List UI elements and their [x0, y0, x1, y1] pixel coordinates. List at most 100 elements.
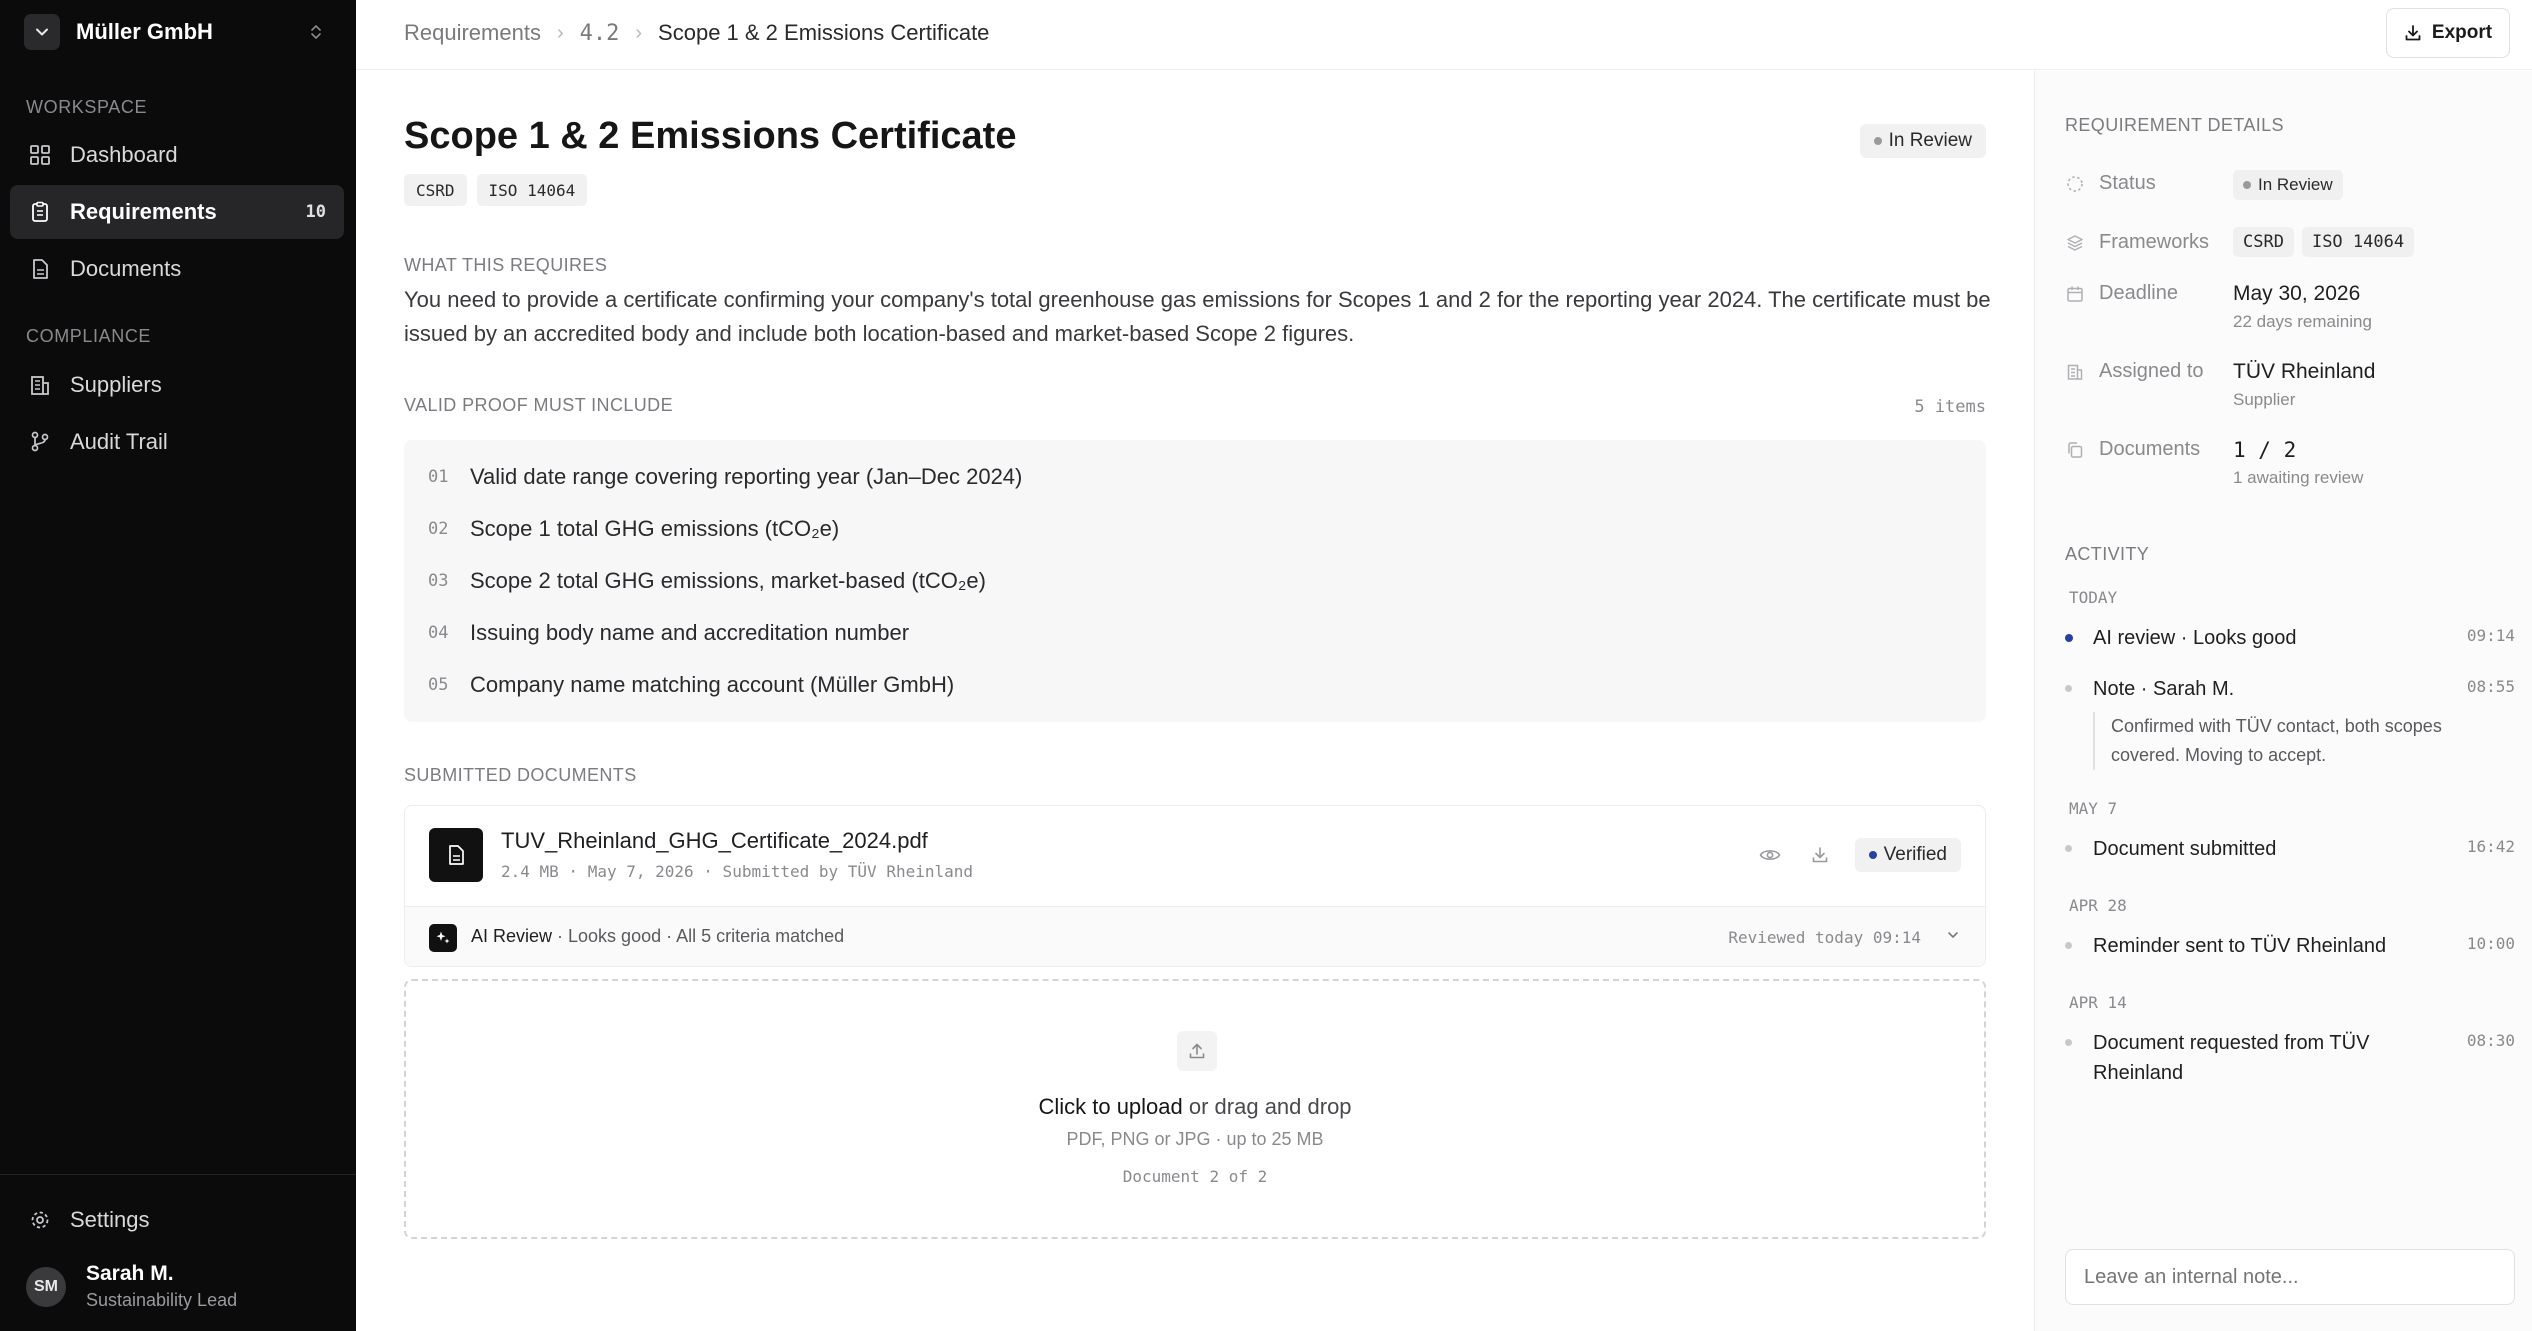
- deadline-remaining: 22 days remaining: [2233, 312, 2372, 331]
- breadcrumb-current: Scope 1 & 2 Emissions Certificate: [658, 20, 990, 45]
- org-switcher[interactable]: Müller GmbH: [24, 14, 340, 50]
- tag-iso-14064: ISO 14064: [2301, 227, 2415, 257]
- building-icon: [28, 373, 52, 397]
- activity-day: MAY 7: [2069, 799, 2118, 818]
- eye-icon[interactable]: [1755, 840, 1785, 870]
- ai-reviewed-time: Reviewed today 09:14: [1728, 928, 1921, 947]
- sidebar-item-label: Documents: [70, 256, 182, 281]
- upload-dropzone[interactable]: Click to upload or drag and drop PDF, PN…: [404, 979, 1986, 1239]
- breadcrumb: Requirements › 4.2 › Scope 1 & 2 Emissio…: [404, 20, 989, 46]
- proof-label: VALID PROOF MUST INCLUDE: [404, 395, 673, 415]
- ai-review-summary: AI Review · Looks good · All 5 criteria …: [471, 926, 845, 946]
- list-item: 05 Company name matching account (Müller…: [428, 672, 955, 697]
- copy-icon: [2065, 440, 2085, 460]
- user-name: Sarah M.: [86, 1262, 174, 1285]
- top-bar: Requirements › 4.2 › Scope 1 & 2 Emissio…: [356, 0, 2532, 70]
- document-name[interactable]: TUV_Rheinland_GHG_Certificate_2024.pdf: [501, 828, 928, 854]
- grid-icon: [28, 143, 52, 167]
- requirement-description: You need to provide a certificate confir…: [404, 287, 1991, 346]
- calendar-icon: [2065, 284, 2085, 304]
- document-meta: 2.4 MB · May 7, 2026 · Submitted by TÜV …: [501, 862, 974, 881]
- document-card: TUV_Rheinland_GHG_Certificate_2024.pdf 2…: [404, 805, 1986, 967]
- deadline-value: May 30, 2026: [2233, 282, 2361, 305]
- details-label: REQUIREMENT DETAILS: [2065, 115, 2284, 135]
- activity-day-today: TODAY: [2069, 588, 2118, 607]
- sidebar-item-label: Audit Trail: [70, 429, 168, 454]
- breadcrumb-requirements[interactable]: Requirements: [404, 20, 541, 46]
- sidebar-item-label: Settings: [70, 1207, 150, 1232]
- activity-dot: [2065, 845, 2072, 852]
- internal-note-input[interactable]: [2065, 1249, 2515, 1305]
- upload-cta: Click to upload or drag and drop: [1038, 1094, 1352, 1119]
- chevrons-up-down-icon: [308, 23, 324, 46]
- download-icon: [2404, 24, 2422, 42]
- activity-day: APR 28: [2069, 896, 2127, 915]
- export-label: Export: [2431, 22, 2493, 43]
- sidebar: Müller GmbH WORKSPACE Dashboard Requirem…: [0, 0, 356, 1331]
- upload-count: Document 2 of 2: [1122, 1167, 1268, 1186]
- tag-csrd: CSRD: [404, 174, 467, 206]
- status-dot: [1873, 137, 1882, 145]
- list-item: 02 Scope 1 total GHG emissions (tCO₂e): [428, 516, 840, 541]
- activity-dot: [2065, 942, 2072, 949]
- status-badge: In Review: [2233, 170, 2343, 200]
- assigned-role: Supplier: [2233, 390, 2296, 409]
- page-title: Scope 1 & 2 Emissions Certificate: [404, 115, 1017, 157]
- details-panel: REQUIREMENT DETAILS Status In Review Fra…: [2034, 71, 2532, 1331]
- framework-tags: CSRD ISO 14064: [404, 174, 597, 206]
- sidebar-divider: [0, 1174, 356, 1175]
- section-label-workspace: WORKSPACE: [26, 97, 148, 117]
- activity-day: APR 14: [2069, 993, 2127, 1012]
- activity-note: Confirmed with TÜV contact, both scopes …: [2093, 712, 2493, 770]
- download-icon[interactable]: [1805, 840, 1835, 870]
- upload-hint: PDF, PNG or JPG · up to 25 MB: [1066, 1129, 1324, 1149]
- avatar: SM: [26, 1266, 66, 1307]
- tag-csrd: CSRD: [2233, 227, 2294, 257]
- file-icon: [28, 257, 52, 281]
- activity-dot: [2065, 634, 2073, 642]
- document-row[interactable]: TUV_Rheinland_GHG_Certificate_2024.pdf 2…: [405, 806, 1985, 906]
- building-icon: [2065, 362, 2085, 382]
- main-content: Scope 1 & 2 Emissions Certificate In Rev…: [356, 71, 2034, 1331]
- org-logo-chevron-icon: [24, 14, 60, 50]
- breadcrumb-section[interactable]: 4.2: [580, 21, 620, 46]
- verified-badge: Verified: [1854, 838, 1961, 872]
- list-item: 03 Scope 2 total GHG emissions, market-b…: [428, 568, 986, 593]
- activity-label: ACTIVITY: [2065, 544, 2150, 564]
- what-requires-label: WHAT THIS REQUIRES: [404, 255, 608, 275]
- git-branch-icon: [28, 430, 52, 454]
- chevron-down-icon[interactable]: [1945, 927, 1961, 948]
- clipboard-icon: [28, 200, 52, 224]
- user-role: Sustainability Lead: [86, 1290, 238, 1310]
- ai-review-row[interactable]: AI Review · Looks good · All 5 criteria …: [405, 906, 1985, 966]
- org-name: Müller GmbH: [76, 19, 213, 44]
- status-badge: In Review: [1859, 124, 1986, 158]
- chevron-right-icon: ›: [635, 21, 643, 44]
- sidebar-item-settings[interactable]: Settings: [10, 1193, 344, 1247]
- user-profile[interactable]: SM Sarah M. Sustainability Lead: [26, 1262, 237, 1311]
- documents-awaiting: 1 awaiting review: [2233, 468, 2364, 487]
- sidebar-item-dashboard[interactable]: Dashboard: [10, 128, 344, 182]
- assigned-value[interactable]: TÜV Rheinland: [2233, 360, 2375, 384]
- section-label-compliance: COMPLIANCE: [26, 326, 152, 346]
- upload-link[interactable]: Click to upload: [1038, 1094, 1182, 1119]
- verified-dot: [1868, 851, 1877, 859]
- sparkle-icon: [429, 924, 457, 952]
- export-button[interactable]: Export: [2386, 8, 2510, 58]
- list-item: 01 Valid date range covering reporting y…: [428, 464, 1023, 489]
- gear-icon: [28, 1208, 52, 1232]
- activity-dot: [2065, 685, 2072, 692]
- sidebar-item-documents[interactable]: Documents: [10, 242, 344, 296]
- proof-items-count: 5 items: [1914, 397, 1986, 417]
- documents-value: 1 / 2: [2233, 438, 2297, 462]
- requirements-count-badge: 10: [305, 202, 326, 222]
- tag-iso-14064: ISO 14064: [476, 174, 588, 206]
- sidebar-item-label: Suppliers: [70, 372, 162, 397]
- activity-dot: [2065, 1039, 2072, 1046]
- sidebar-item-requirements[interactable]: Requirements 10: [10, 185, 344, 239]
- sidebar-item-audit-trail[interactable]: Audit Trail: [10, 415, 344, 469]
- sidebar-item-suppliers[interactable]: Suppliers: [10, 358, 344, 412]
- document-file-icon: [429, 828, 483, 882]
- sidebar-item-label: Requirements: [70, 199, 217, 224]
- submitted-documents-label: SUBMITTED DOCUMENTS: [404, 765, 637, 785]
